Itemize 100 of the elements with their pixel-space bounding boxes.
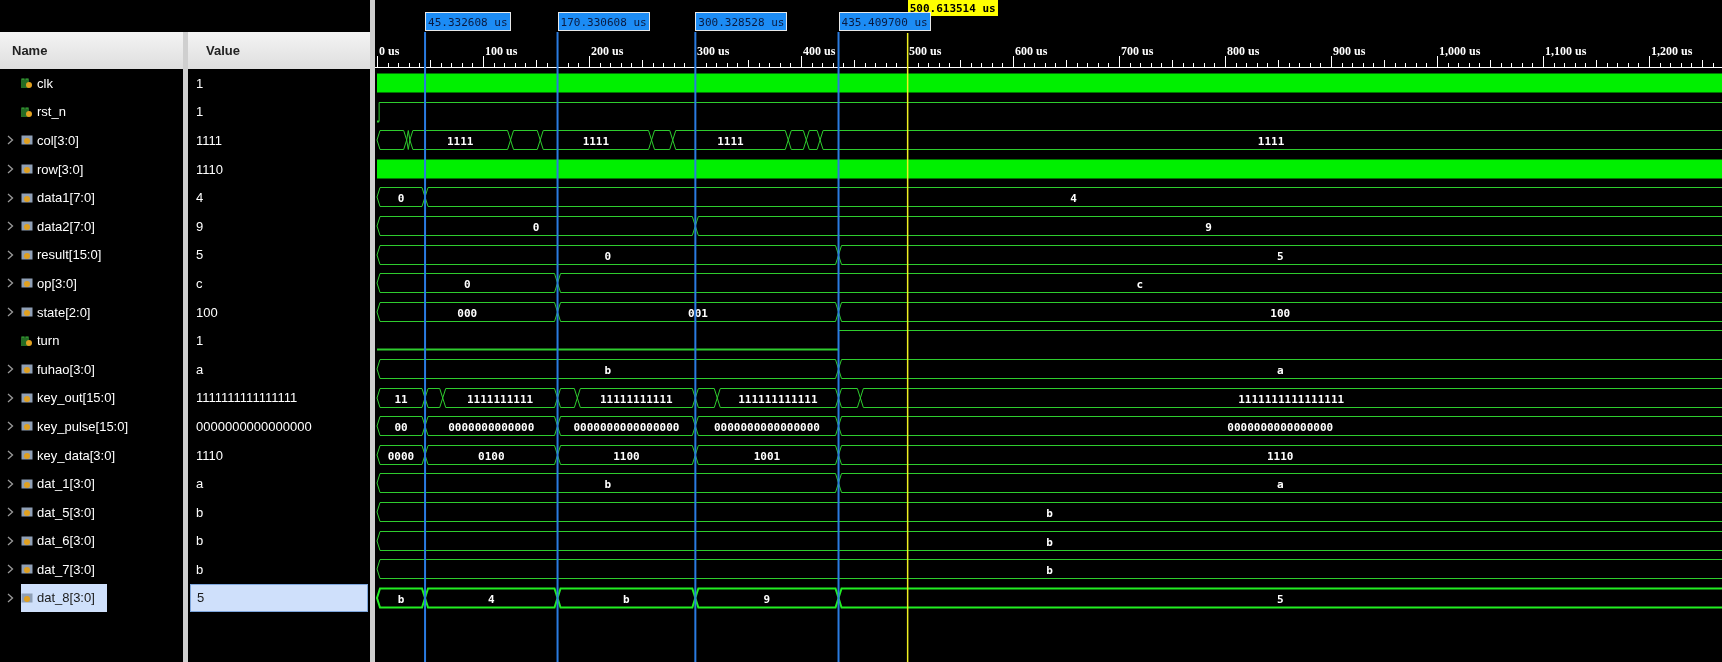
bus-value-label: 1111111111 — [467, 392, 534, 406]
bus-value-label: 5 — [1276, 592, 1284, 606]
signal-value: 5 — [195, 246, 205, 265]
signal-name[interactable]: op[3:0] — [21, 269, 89, 298]
chevron-icon[interactable] — [7, 478, 14, 489]
signal-name[interactable]: result[15:0] — [21, 240, 114, 269]
tick-label: 400 us — [803, 45, 836, 58]
chevron-icon[interactable] — [7, 249, 14, 260]
bus-value-label: 9 — [1205, 220, 1212, 234]
bus-value-label: 0000000000000000 — [573, 421, 680, 435]
tick-label: 100 us — [485, 45, 518, 58]
bus-value-label: 5 — [1276, 249, 1284, 263]
bus-value-label: 1110 — [1267, 449, 1294, 463]
signal-value: 1 — [195, 332, 205, 351]
signal-name[interactable]: key_pulse[15:0] — [21, 412, 141, 441]
bus-value-label: 00 — [394, 421, 408, 435]
signal-name[interactable]: dat_6[3:0] — [21, 526, 107, 555]
chevron-icon[interactable] — [7, 135, 14, 146]
chevron-icon[interactable] — [7, 450, 14, 460]
tick-label: 1,100 us — [1545, 45, 1587, 58]
signal-value: 1 — [195, 74, 205, 93]
bus-value-label: b — [1046, 506, 1053, 520]
bus-value-label: 0000 — [387, 449, 415, 463]
bus-value-label: a — [1276, 363, 1284, 377]
signal-name[interactable]: dat_5[3:0] — [21, 498, 107, 527]
signal-name[interactable]: data2[7:0] — [21, 212, 107, 241]
signal-name[interactable]: row[3:0] — [21, 155, 96, 184]
signal-icon — [21, 592, 33, 604]
signal-name[interactable]: dat_1[3:0] — [21, 469, 107, 498]
chevron-icon[interactable] — [7, 392, 14, 403]
signal-value: 1 — [195, 103, 205, 122]
signal-icon — [21, 105, 33, 118]
signal-value: c — [195, 274, 204, 293]
signal-value: b — [195, 532, 205, 551]
bus-value-label: 0 — [604, 249, 612, 263]
chevron-icon[interactable] — [7, 535, 14, 546]
signal-icon — [21, 248, 33, 261]
marker-time-label[interactable]: 300.328528 us — [695, 12, 788, 31]
signal-value: b — [195, 560, 205, 579]
bus-value-label: b — [1046, 535, 1053, 549]
tick-label: 900 us — [1333, 45, 1366, 58]
bus-value-label: a — [1276, 478, 1284, 492]
chevron-icon[interactable] — [7, 564, 14, 575]
marker-time-label[interactable]: 45.332608 us — [425, 12, 511, 31]
signal-icon — [21, 220, 33, 233]
signal-name[interactable]: clk — [21, 69, 65, 98]
signal-icon — [21, 449, 33, 461]
chevron-icon[interactable] — [7, 278, 14, 289]
signal-icon — [21, 534, 33, 547]
marker-time-label[interactable]: 435.409700 us — [838, 12, 931, 31]
signal-name[interactable]: turn — [21, 326, 72, 355]
signal-icon — [21, 306, 33, 319]
tick-label: 600 us — [1015, 45, 1048, 58]
column-header[interactable]: Name — [0, 32, 183, 69]
chevron-icon[interactable] — [7, 421, 14, 432]
bus-value-label: 1111 — [717, 135, 744, 149]
tick-label: 300 us — [697, 45, 730, 58]
chevron-icon[interactable] — [7, 364, 14, 375]
signal-name[interactable]: dat_8[3:0] — [21, 584, 107, 612]
signal-name[interactable]: state[2:0] — [21, 298, 103, 327]
bus-value-label: b — [623, 592, 630, 606]
bus-value-label: 0 — [463, 278, 471, 292]
tick-label: 700 us — [1121, 45, 1154, 58]
bus-value-label: 11 — [394, 392, 408, 406]
bus-value-label: 0 — [532, 220, 540, 234]
signal-value: 1111111111111111 — [195, 389, 299, 408]
signal-name[interactable]: rst_n — [21, 97, 78, 126]
signal-icon — [21, 163, 33, 176]
chevron-icon[interactable] — [7, 507, 14, 518]
chevron-icon[interactable] — [7, 221, 14, 232]
cursor-line[interactable] — [906, 32, 909, 662]
signal-icon — [21, 363, 33, 376]
bus-value-label: 0100 — [478, 449, 505, 463]
signal-name[interactable]: key_data[3:0] — [21, 441, 128, 469]
chevron-icon[interactable] — [7, 307, 14, 318]
column-header[interactable]: Value — [188, 32, 370, 69]
marker-line[interactable] — [424, 31, 427, 662]
signal-value: 9 — [195, 217, 205, 236]
signal-icon — [21, 134, 33, 147]
signal-name[interactable]: col[3:0] — [21, 126, 91, 155]
signal-icon — [21, 420, 33, 433]
signal-value: a — [195, 475, 205, 494]
chevron-icon[interactable] — [7, 593, 14, 603]
signal-icon — [21, 506, 33, 519]
signal-value: 0000000000000000 — [195, 417, 313, 436]
chevron-icon[interactable] — [7, 164, 14, 175]
signal-name[interactable]: fuhao[3:0] — [21, 355, 107, 384]
marker-time-label[interactable]: 170.330608 us — [557, 12, 650, 31]
bus-value-label: 1111111111111111 — [1238, 392, 1345, 406]
marker-line[interactable] — [556, 31, 559, 662]
bus-value-label: b — [397, 592, 405, 606]
bus-value-label: b — [604, 478, 612, 492]
chevron-icon[interactable] — [7, 192, 14, 203]
bus-value-label: 100 — [1270, 306, 1291, 320]
signal-name[interactable]: dat_7[3:0] — [21, 555, 107, 584]
bus-value-label: 11111111111 — [599, 392, 673, 406]
marker-line[interactable] — [837, 31, 840, 662]
cursor-time-label[interactable]: 500.613514 us — [907, 0, 998, 16]
signal-name[interactable]: key_out[15:0] — [21, 383, 128, 412]
signal-name[interactable]: data1[7:0] — [21, 183, 107, 212]
